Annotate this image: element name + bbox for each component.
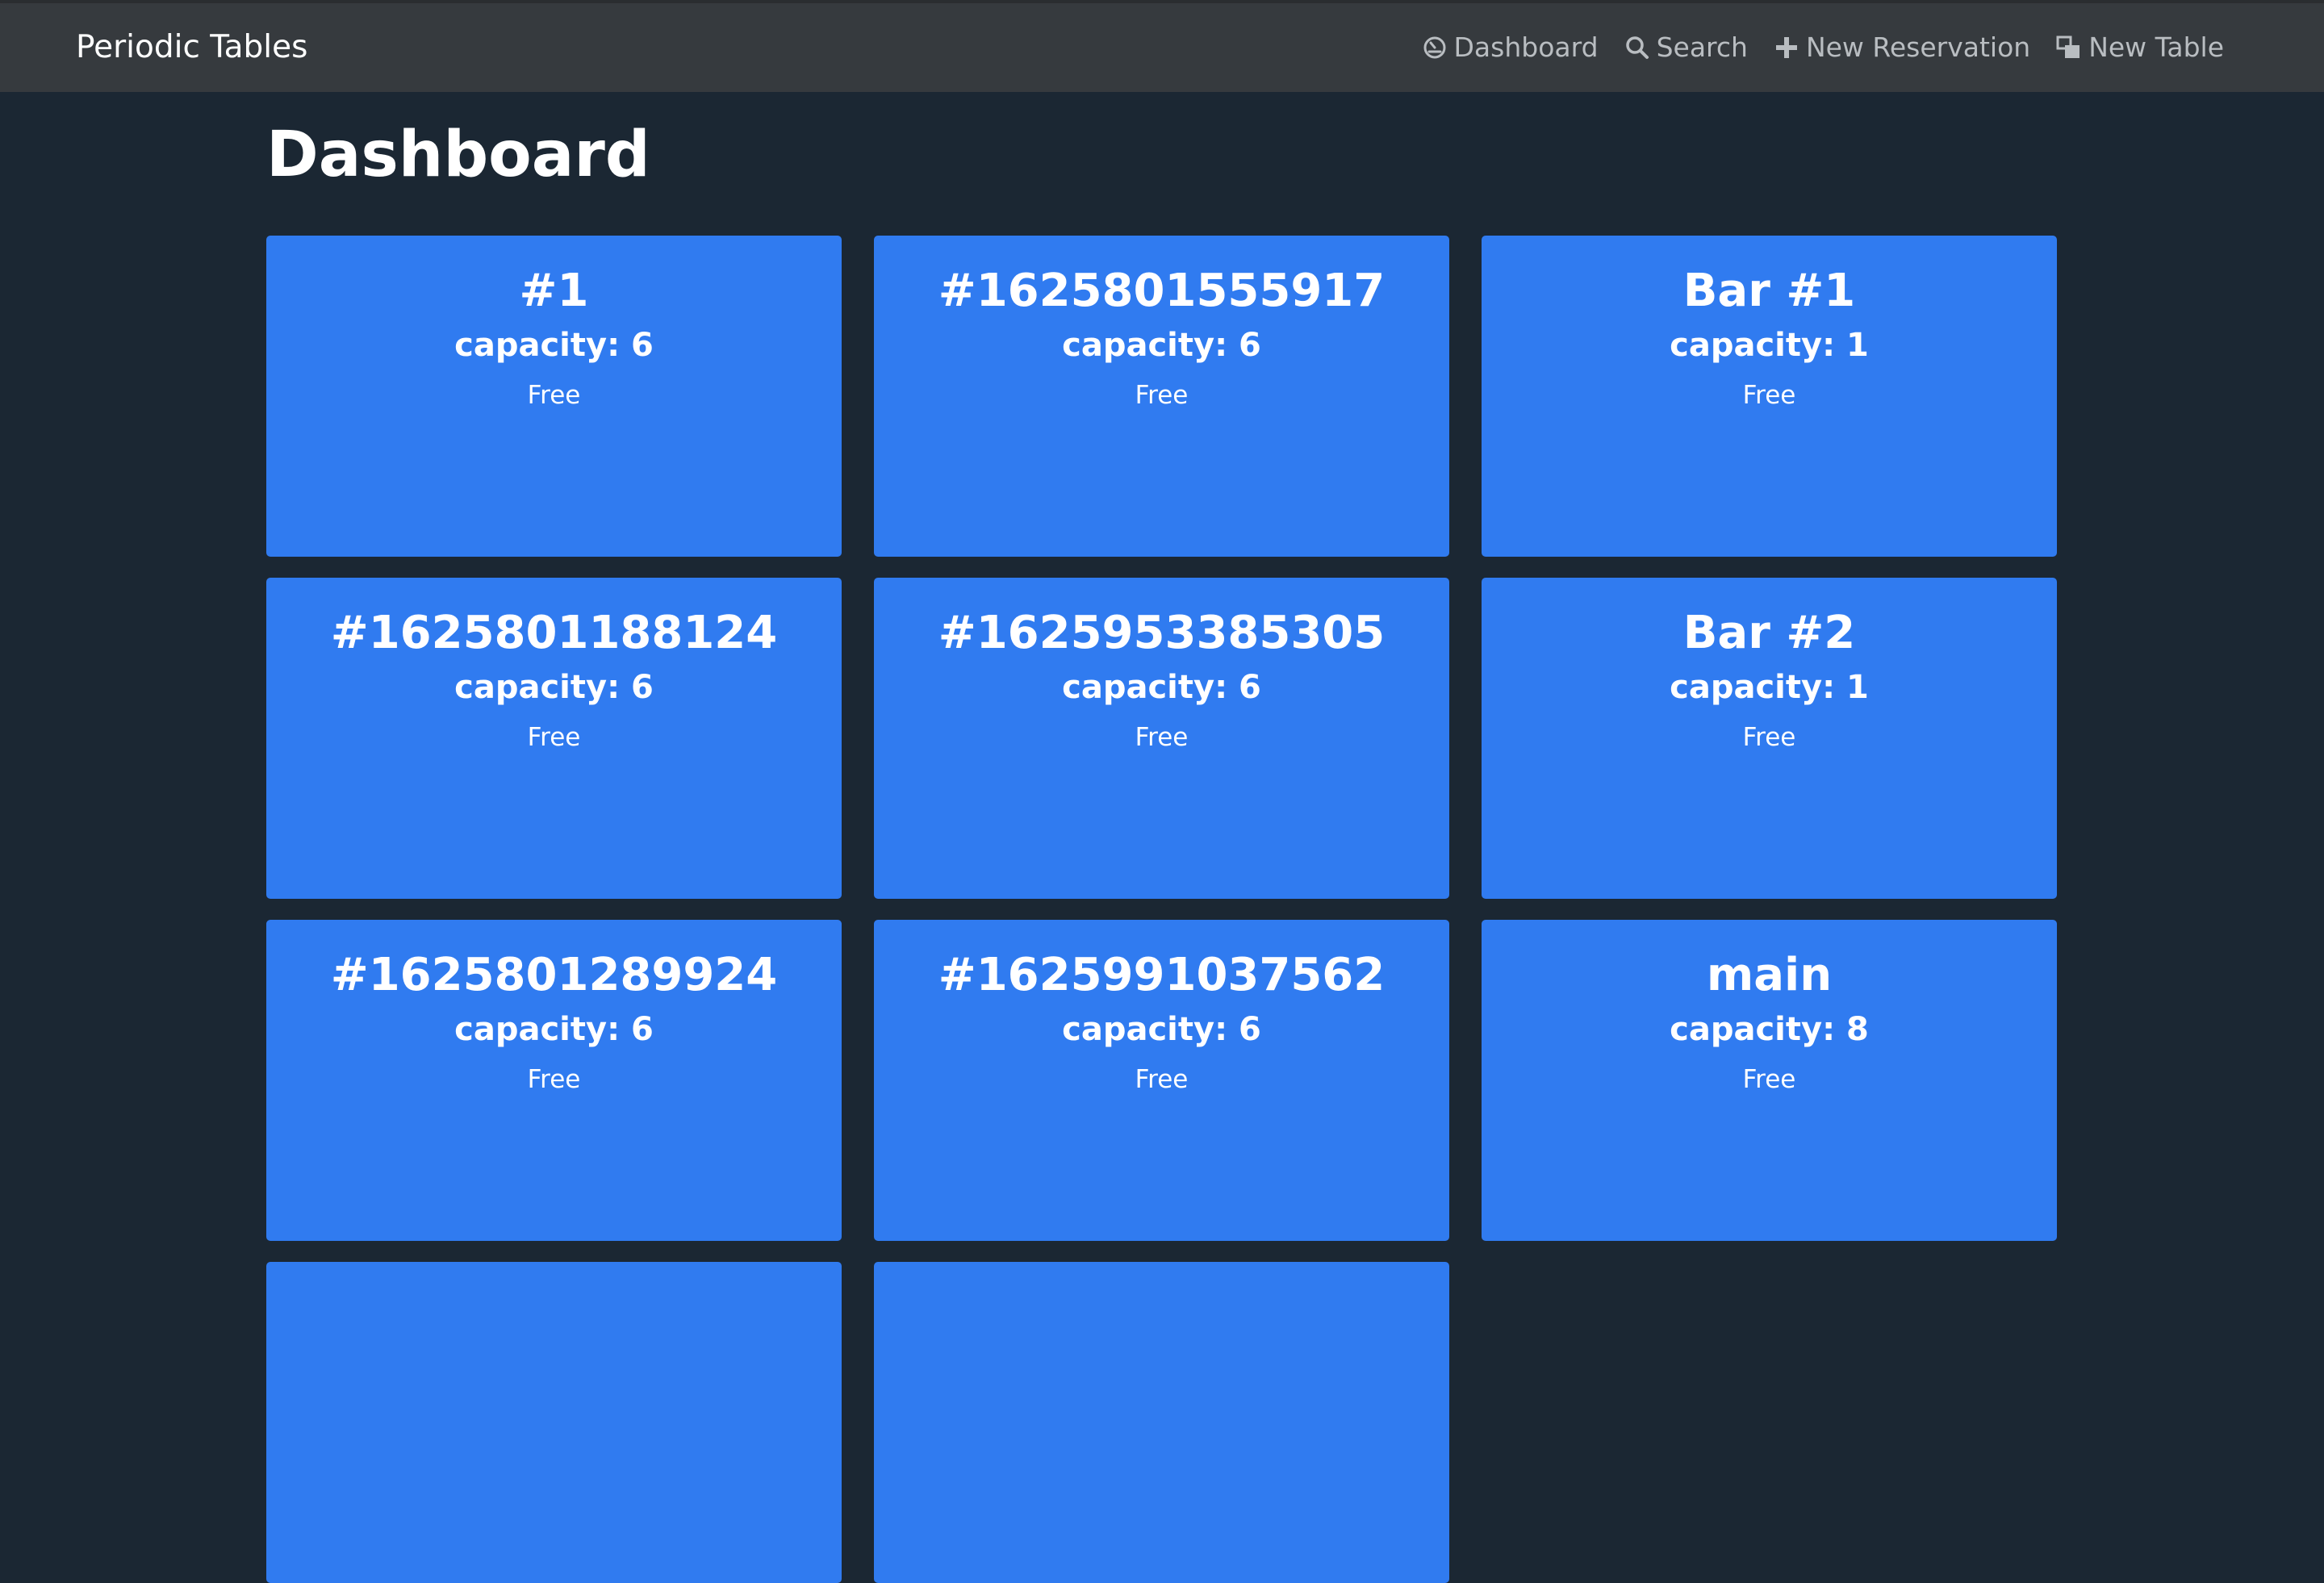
tables-grid: #1 capacity: 6 Free #1625801555917 capac… xyxy=(266,236,2058,1583)
nav-link-dashboard-label: Dashboard xyxy=(1453,31,1599,63)
table-name: #1 xyxy=(519,265,589,317)
table-name: #1625801188124 xyxy=(330,607,778,659)
table-name: Bar #2 xyxy=(1682,607,1856,659)
nav-link-new-reservation-label: New Reservation xyxy=(1805,31,2031,63)
table-card: #1 capacity: 6 Free xyxy=(266,236,842,557)
nav-link-new-reservation[interactable]: New Reservation xyxy=(1774,27,2030,68)
table-card: #1625801188124 capacity: 6 Free xyxy=(266,578,842,899)
table-card: Bar #2 capacity: 1 Free xyxy=(1482,578,2057,899)
table-capacity: capacity: 6 xyxy=(1062,327,1261,364)
page-title: Dashboard xyxy=(266,119,650,191)
table-card: main capacity: 8 Free xyxy=(1482,920,2057,1241)
nav-link-search-label: Search xyxy=(1656,31,1748,63)
table-name: #1625953385305 xyxy=(938,607,1386,659)
table-status: Free xyxy=(1135,723,1189,752)
nav-link-dashboard[interactable]: Dashboard xyxy=(1422,27,1599,68)
table-status: Free xyxy=(1742,723,1796,752)
table-capacity: capacity: 1 xyxy=(1670,669,1869,706)
table-card: #1625801555917 capacity: 6 Free xyxy=(874,236,1449,557)
plus-icon xyxy=(1774,35,1799,61)
table-name: Bar #1 xyxy=(1682,265,1856,317)
table-card: Bar #1 capacity: 1 Free xyxy=(1482,236,2057,557)
table-name: #1625801555917 xyxy=(938,265,1386,317)
nav-link-new-table-label: New Table xyxy=(2088,31,2224,63)
brand-link[interactable]: Periodic Tables xyxy=(76,27,307,68)
table-name: main xyxy=(1706,949,1833,1001)
table-card xyxy=(874,1262,1449,1583)
table-name: #1625801289924 xyxy=(330,949,778,1001)
dashboard-icon xyxy=(1422,35,1448,61)
table-status: Free xyxy=(527,1065,581,1094)
table-card xyxy=(266,1262,842,1583)
table-capacity: capacity: 6 xyxy=(1062,669,1261,706)
table-name: #1625991037562 xyxy=(938,949,1386,1001)
table-status: Free xyxy=(527,723,581,752)
top-navbar: Periodic Tables Dashboard Search New Res… xyxy=(0,0,2324,92)
table-card: #1625991037562 capacity: 6 Free xyxy=(874,920,1449,1241)
table-card: #1625953385305 capacity: 6 Free xyxy=(874,578,1449,899)
table-card: #1625801289924 capacity: 6 Free xyxy=(266,920,842,1241)
table-capacity: capacity: 1 xyxy=(1670,327,1869,364)
table-capacity: capacity: 6 xyxy=(454,669,654,706)
table-capacity: capacity: 6 xyxy=(454,327,654,364)
layers-icon xyxy=(2056,35,2082,61)
search-icon xyxy=(1624,35,1650,61)
table-capacity: capacity: 6 xyxy=(454,1011,654,1048)
table-capacity: capacity: 8 xyxy=(1670,1011,1869,1048)
table-capacity: capacity: 6 xyxy=(1062,1011,1261,1048)
nav-link-search[interactable]: Search xyxy=(1624,27,1748,68)
nav-link-new-table[interactable]: New Table xyxy=(2056,27,2224,68)
table-status: Free xyxy=(527,381,581,410)
table-status: Free xyxy=(1135,381,1189,410)
table-status: Free xyxy=(1742,1065,1796,1094)
table-status: Free xyxy=(1135,1065,1189,1094)
nav-links: Dashboard Search New Reservation New Tab… xyxy=(1396,27,2224,68)
table-status: Free xyxy=(1742,381,1796,410)
